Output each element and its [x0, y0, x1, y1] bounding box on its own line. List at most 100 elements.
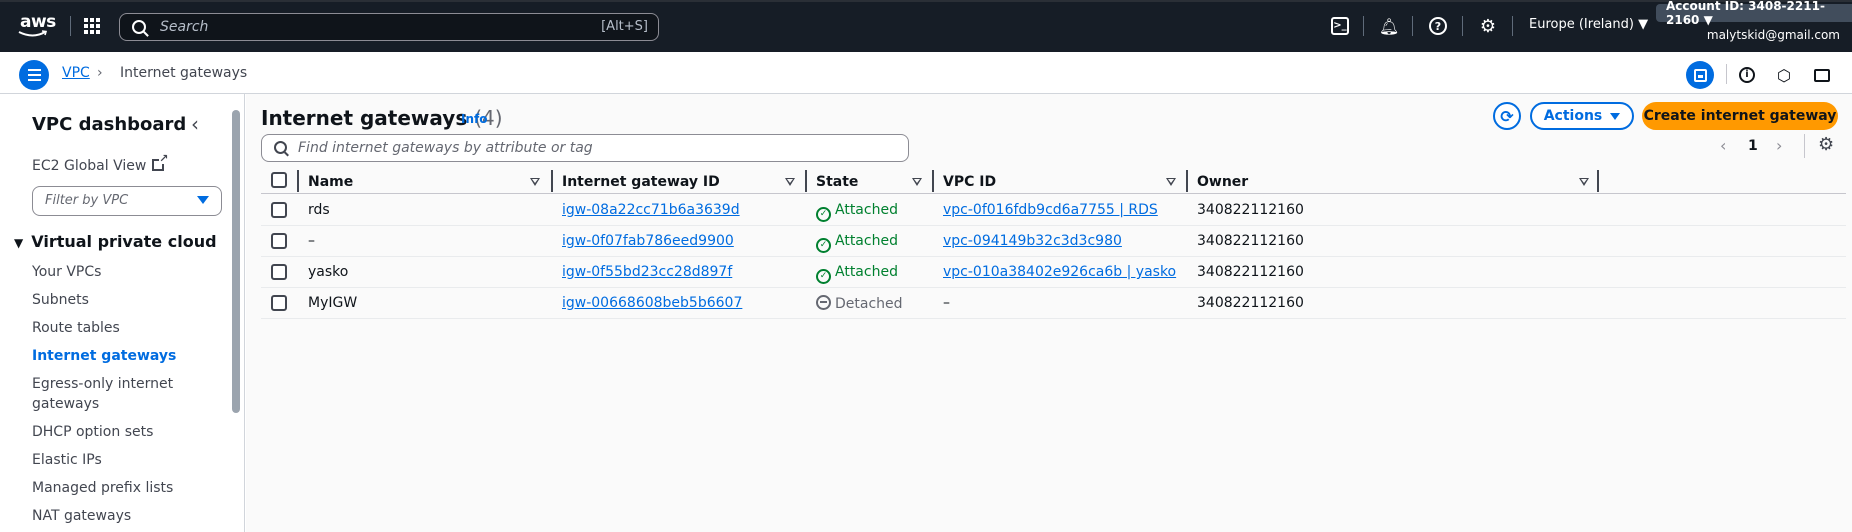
account-menu[interactable]: Account ID: 3408-2211-2160 ▼	[1656, 0, 1852, 27]
cell-name: MyIGW	[308, 295, 358, 311]
feedback-panel-button[interactable]	[1808, 61, 1836, 89]
sidebar-item-subnets[interactable]: Subnets	[32, 290, 192, 310]
column-header-vpc-id[interactable]: VPC ID	[943, 174, 996, 190]
panel-toggle-button[interactable]	[1686, 61, 1714, 89]
global-search-input[interactable]: Search [Alt+S]	[119, 13, 659, 41]
nav-divider	[1512, 16, 1513, 36]
section-virtual-private-cloud[interactable]: ▼ Virtual private cloud	[14, 232, 217, 251]
sidebar-title[interactable]: VPC dashboard	[32, 114, 186, 135]
breadcrumb-vpc-link[interactable]: VPC	[62, 65, 90, 81]
row-checkbox[interactable]	[271, 264, 287, 280]
create-internet-gateway-button[interactable]: Create internet gateway	[1642, 102, 1838, 130]
nav-divider	[1363, 16, 1364, 36]
select-all-checkbox[interactable]	[271, 172, 287, 188]
cell-igw-id-link[interactable]: igw-08a22cc71b6a3639d	[562, 202, 740, 218]
table-row[interactable]: yasko igw-0f55bd23cc28d897f ✓ Attached vp…	[261, 257, 1846, 288]
cell-state: ✓ Attached	[816, 233, 898, 253]
breadcrumb-bar: VPC › Internet gateways i ⬡	[0, 52, 1852, 94]
chevron-left-icon[interactable]: ‹	[1720, 136, 1726, 155]
cell-owner: 340822112160	[1197, 264, 1304, 280]
column-divider[interactable]	[551, 170, 553, 192]
nav-divider	[1462, 16, 1463, 36]
sort-icon[interactable]	[912, 178, 922, 186]
filter-by-vpc-select[interactable]: Filter by VPC	[32, 186, 222, 216]
cell-state: Detached	[816, 295, 903, 312]
cell-vpc-id-link[interactable]: vpc-094149b32c3d3c980	[943, 233, 1122, 249]
column-divider[interactable]	[805, 170, 807, 192]
help-icon[interactable]: ?	[1429, 17, 1447, 35]
caret-down-icon	[1610, 112, 1621, 120]
table-settings-gear-icon[interactable]: ⚙	[1818, 134, 1834, 155]
sidebar-item-route-tables[interactable]: Route tables	[32, 318, 192, 338]
cell-owner: 340822112160	[1197, 233, 1304, 249]
cell-owner: 340822112160	[1197, 295, 1304, 311]
nav-divider	[70, 16, 71, 36]
cell-igw-id-link[interactable]: igw-0f07fab786eed9900	[562, 233, 734, 249]
sidebar-item-internet-gateways[interactable]: Internet gateways	[32, 346, 192, 366]
search-icon	[132, 20, 146, 34]
row-checkbox[interactable]	[271, 202, 287, 218]
aws-smile-icon	[18, 30, 48, 37]
cell-igw-id-link[interactable]: igw-00668608beb5b6607	[562, 295, 742, 311]
column-divider[interactable]	[1186, 170, 1188, 192]
monitor-icon	[1814, 68, 1830, 82]
table-row[interactable]: rds igw-08a22cc71b6a3639d ✓ Attached vpc-…	[261, 195, 1846, 226]
table-row[interactable]: – igw-0f07fab786eed9900 ✓ Attached vpc-09…	[261, 226, 1846, 257]
sidebar: VPC dashboard ‹ EC2 Global View Filter b…	[0, 94, 245, 532]
minus-circle-icon	[816, 295, 831, 310]
check-circle-icon: ✓	[816, 207, 831, 222]
aws-logo[interactable]: aws	[18, 12, 56, 40]
sidebar-item-dhcp-option-sets[interactable]: DHCP option sets	[32, 422, 192, 442]
chevron-right-icon[interactable]: ›	[1776, 136, 1782, 155]
sort-icon[interactable]	[1166, 178, 1176, 186]
ec2-global-view-link[interactable]: EC2 Global View	[32, 153, 169, 174]
main-content: Internet gateways (4) Info ⟳ Actions Cre…	[246, 94, 1852, 532]
sort-icon[interactable]	[1579, 178, 1589, 186]
sidebar-item-nat-gateways[interactable]: NAT gateways	[32, 506, 192, 526]
search-icon	[274, 141, 287, 154]
table-search-placeholder: Find internet gateways by attribute or t…	[298, 140, 593, 156]
gear-icon[interactable]: ⚙	[1479, 16, 1497, 37]
pager-divider	[1804, 134, 1805, 158]
info-panel-button[interactable]: i	[1733, 61, 1761, 89]
sidebar-item-elastic-ips[interactable]: Elastic IPs	[32, 450, 192, 470]
cell-state: ✓ Attached	[816, 264, 898, 284]
refresh-icon: ⟳	[1500, 106, 1514, 126]
column-divider[interactable]	[1597, 170, 1599, 192]
user-email[interactable]: malytskid@gmail.com	[1707, 28, 1840, 42]
info-icon: i	[1739, 67, 1755, 83]
sidebar-item-egress-only-gateways[interactable]: Egress-only internet gateways	[32, 374, 192, 414]
search-placeholder: Search	[160, 19, 209, 35]
row-checkbox[interactable]	[271, 233, 287, 249]
sidebar-scrollbar[interactable]	[232, 110, 240, 413]
table-row[interactable]: MyIGW igw-00668608beb5b6607 Detached – 3…	[261, 288, 1846, 319]
info-link[interactable]: Info	[461, 112, 487, 126]
settings-panel-button[interactable]: ⬡	[1770, 61, 1798, 89]
actions-button[interactable]: Actions	[1530, 102, 1634, 130]
hexagon-icon: ⬡	[1777, 65, 1791, 85]
column-header-igw-id[interactable]: Internet gateway ID	[562, 174, 720, 190]
bell-icon[interactable]: 🔔︎	[1379, 17, 1399, 36]
side-menu-button[interactable]	[19, 60, 49, 90]
row-checkbox[interactable]	[271, 295, 287, 311]
table-search-input[interactable]: Find internet gateways by attribute or t…	[261, 134, 909, 162]
refresh-button[interactable]: ⟳	[1493, 102, 1521, 130]
sidebar-item-your-vpcs[interactable]: Your VPCs	[32, 262, 192, 282]
toolbar-divider	[1726, 64, 1727, 84]
sidebar-item-managed-prefix-lists[interactable]: Managed prefix lists	[32, 478, 192, 498]
column-divider	[297, 170, 299, 192]
cell-vpc-id-link[interactable]: vpc-010a38402e926ca6b | yasko	[943, 264, 1176, 280]
column-header-state[interactable]: State	[816, 174, 858, 190]
column-header-name[interactable]: Name	[308, 174, 353, 190]
cloudshell-icon[interactable]: >_	[1331, 17, 1349, 35]
column-header-owner[interactable]: Owner	[1197, 174, 1248, 190]
column-divider[interactable]	[932, 170, 934, 192]
cell-igw-id-link[interactable]: igw-0f55bd23cc28d897f	[562, 264, 732, 280]
region-selector[interactable]: Europe (Ireland) ▼	[1529, 17, 1648, 32]
sort-icon[interactable]	[785, 178, 795, 186]
chevron-left-icon[interactable]: ‹	[191, 112, 199, 136]
cell-vpc-id-link[interactable]: vpc-0f016fdb9cd6a7755 | RDS	[943, 202, 1158, 218]
services-grid-icon[interactable]	[84, 18, 100, 34]
sort-icon[interactable]	[530, 178, 540, 186]
page-number[interactable]: 1	[1748, 138, 1758, 154]
